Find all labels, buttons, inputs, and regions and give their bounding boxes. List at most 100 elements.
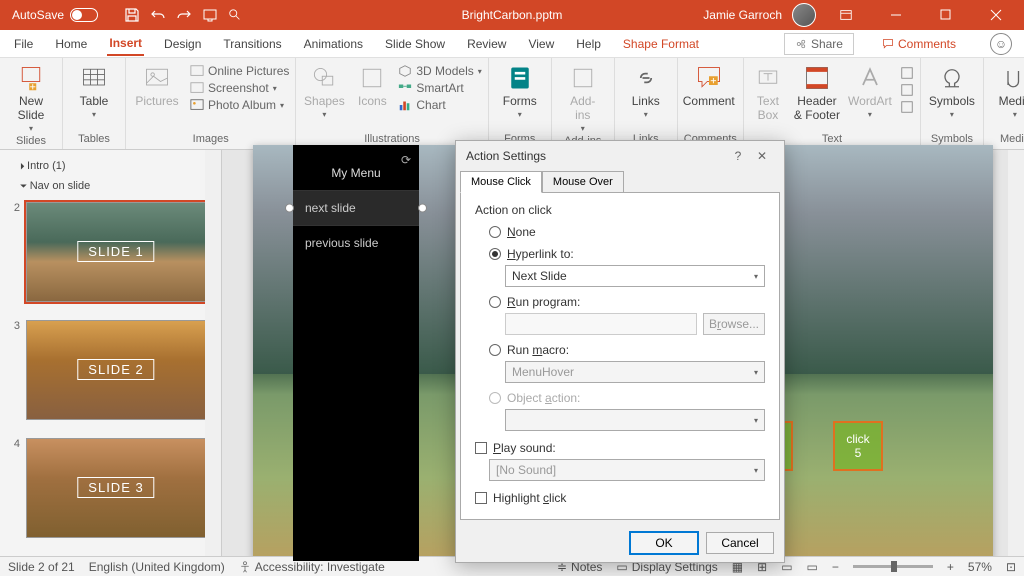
- text-mini-2[interactable]: [900, 83, 914, 97]
- share-icon: [795, 38, 807, 50]
- online-pictures-button[interactable]: Online Pictures: [190, 64, 289, 78]
- new-slide-button[interactable]: New Slide▾: [6, 64, 56, 133]
- thumbnail-slide-3[interactable]: SLIDE 2: [26, 320, 206, 420]
- tab-transitions[interactable]: Transitions: [221, 33, 283, 55]
- chart-button[interactable]: Chart: [398, 98, 481, 112]
- browse-button: Browse...: [703, 313, 765, 335]
- language-indicator[interactable]: English (United Kingdom): [89, 560, 225, 574]
- tab-home[interactable]: Home: [53, 33, 89, 55]
- minimize-icon[interactable]: [876, 0, 916, 30]
- section-intro[interactable]: Intro (1): [6, 156, 215, 176]
- pictures-button[interactable]: Pictures: [132, 64, 182, 108]
- tab-view[interactable]: View: [526, 33, 556, 55]
- shapes-button[interactable]: Shapes▾: [302, 64, 346, 119]
- dialog-tab-click[interactable]: Mouse Click: [460, 171, 542, 193]
- radio-none[interactable]: None: [489, 225, 765, 239]
- radio-run-macro[interactable]: Run macro:: [489, 343, 765, 357]
- thumbnail-slide-2[interactable]: SLIDE 1: [26, 202, 206, 302]
- table-button[interactable]: Table▾: [69, 64, 119, 119]
- accessibility-icon: [239, 561, 251, 573]
- slideshow-icon[interactable]: [202, 7, 218, 23]
- smartart-button[interactable]: SmartArt: [398, 81, 481, 95]
- zoom-out-icon[interactable]: −: [832, 560, 839, 574]
- cancel-button[interactable]: Cancel: [706, 532, 774, 554]
- comment-button[interactable]: Comment: [684, 64, 734, 108]
- text-mini-1[interactable]: [900, 66, 914, 80]
- section-nav[interactable]: Nav on slide: [6, 176, 215, 196]
- close-icon[interactable]: [976, 0, 1016, 30]
- group-media-label: Media: [990, 131, 1024, 147]
- autosave-toggle[interactable]: AutoSave: [4, 8, 106, 22]
- ribbon: New Slide▾ Slides Table▾ Tables Pictures…: [0, 58, 1024, 150]
- screenshot-button[interactable]: Screenshot ▾: [190, 81, 289, 95]
- user-avatar[interactable]: [792, 3, 816, 27]
- macro-select: MenuHover▾: [505, 361, 765, 383]
- toggle-switch[interactable]: [70, 8, 98, 22]
- check-play-sound[interactable]: Play sound:: [475, 441, 765, 455]
- menu-item-prev[interactable]: previous slide: [293, 225, 419, 260]
- chevron-down-icon: ▾: [754, 272, 758, 281]
- object-action-select: ▾: [505, 409, 765, 431]
- menu-item-next[interactable]: next slide: [293, 190, 419, 225]
- header-footer-button[interactable]: Header & Footer: [794, 64, 840, 122]
- action-group-label: Action on click: [475, 203, 765, 217]
- menu-shape[interactable]: My Menu⟳ next slide previous slide: [293, 145, 419, 561]
- zoom-in-icon[interactable]: +: [947, 560, 954, 574]
- textbox-button[interactable]: Text Box: [750, 64, 786, 122]
- 3d-models-button[interactable]: 3D Models ▾: [398, 64, 481, 78]
- tab-insert[interactable]: Insert: [107, 32, 144, 56]
- dialog-title: Action Settings: [466, 149, 726, 163]
- title-bar: AutoSave BrightCarbon.pptm Jamie Garroch: [0, 0, 1024, 30]
- links-button[interactable]: Links▾: [621, 64, 671, 119]
- media-button[interactable]: Media▾: [990, 64, 1024, 119]
- hyperlink-select[interactable]: Next Slide▾: [505, 265, 765, 287]
- user-name: Jamie Garroch: [703, 8, 782, 22]
- tab-review[interactable]: Review: [465, 33, 508, 55]
- search-area[interactable]: [218, 8, 282, 22]
- tab-slideshow[interactable]: Slide Show: [383, 33, 447, 55]
- feedback-icon[interactable]: ☺: [990, 33, 1012, 55]
- radio-object-action: Object action:: [489, 391, 765, 405]
- zoom-level[interactable]: 57%: [968, 560, 992, 574]
- radio-hyperlink[interactable]: Hyperlink to:: [489, 247, 765, 261]
- check-highlight[interactable]: Highlight click: [475, 491, 765, 505]
- share-button[interactable]: Share: [784, 33, 854, 55]
- ribbon-options-icon[interactable]: [826, 0, 866, 30]
- slide-panel: Intro (1) Nav on slide 2SLIDE 1 3SLIDE 2…: [0, 150, 222, 556]
- save-icon[interactable]: [124, 7, 140, 23]
- slide-indicator[interactable]: Slide 2 of 21: [8, 560, 75, 574]
- zoom-slider[interactable]: [853, 565, 933, 568]
- dialog-tab-over[interactable]: Mouse Over: [542, 171, 624, 193]
- thumbnail-slide-4[interactable]: SLIDE 3: [26, 438, 206, 538]
- comments-button[interactable]: Comments: [872, 34, 966, 54]
- click-box-5[interactable]: click5: [833, 421, 883, 471]
- text-mini-3[interactable]: [900, 100, 914, 114]
- tab-design[interactable]: Design: [162, 33, 203, 55]
- fit-window-icon[interactable]: ⊡: [1006, 560, 1016, 574]
- symbols-button[interactable]: Symbols▾: [927, 64, 977, 119]
- maximize-icon[interactable]: [926, 0, 966, 30]
- view-slideshow-icon[interactable]: ▭: [807, 560, 818, 574]
- tab-help[interactable]: Help: [574, 33, 603, 55]
- addins-button[interactable]: Add- ins▾: [558, 64, 608, 133]
- redo-icon[interactable]: [176, 7, 192, 23]
- forms-button[interactable]: Forms▾: [495, 64, 545, 119]
- accessibility-button[interactable]: Accessibility: Investigate: [239, 560, 385, 574]
- canvas-scrollbar[interactable]: [1008, 150, 1024, 556]
- outline-scrollbar[interactable]: [205, 150, 221, 556]
- tab-file[interactable]: File: [12, 33, 35, 55]
- icons-button[interactable]: Icons: [354, 64, 390, 108]
- photo-album-button[interactable]: Photo Album ▾: [190, 98, 289, 112]
- undo-icon[interactable]: [150, 7, 166, 23]
- autosave-label: AutoSave: [12, 8, 64, 22]
- tab-shape-format[interactable]: Shape Format: [621, 33, 701, 55]
- radio-run-program[interactable]: Run program:: [489, 295, 765, 309]
- tab-animations[interactable]: Animations: [302, 33, 365, 55]
- dialog-help-icon[interactable]: ?: [726, 149, 750, 163]
- wordart-button[interactable]: WordArt▾: [848, 64, 892, 119]
- ribbon-tabs: File Home Insert Design Transitions Anim…: [0, 30, 1024, 58]
- document-title: BrightCarbon.pptm: [462, 8, 563, 22]
- ok-button[interactable]: OK: [630, 532, 698, 554]
- dialog-close-icon[interactable]: ✕: [750, 149, 774, 163]
- refresh-icon[interactable]: ⟳: [401, 153, 411, 167]
